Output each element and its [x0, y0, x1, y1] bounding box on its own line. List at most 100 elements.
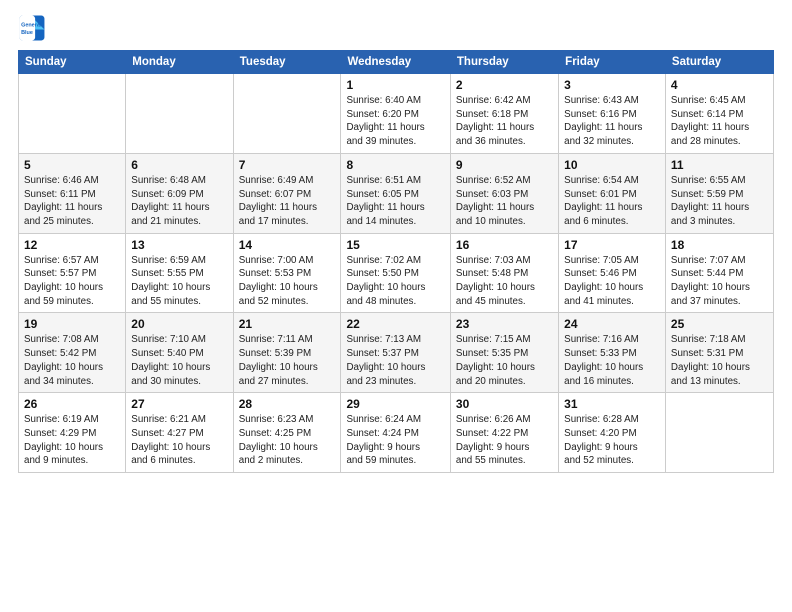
weekday-header-tuesday: Tuesday	[233, 51, 341, 74]
day-number: 4	[671, 78, 768, 92]
calendar-cell: 29 Sunrise: 6:24 AM Sunset: 4:24 PM Dayli…	[341, 393, 450, 473]
weekday-header-saturday: Saturday	[665, 51, 773, 74]
day-number: 26	[24, 397, 120, 411]
calendar-week-row: 26 Sunrise: 6:19 AM Sunset: 4:29 PM Dayli…	[19, 393, 774, 473]
calendar-cell: 3 Sunrise: 6:43 AM Sunset: 6:16 PM Daylig…	[559, 74, 666, 154]
day-info: Sunrise: 7:15 AM Sunset: 5:35 PM Dayligh…	[456, 333, 553, 388]
calendar-week-row: 1 Sunrise: 6:40 AM Sunset: 6:20 PM Daylig…	[19, 74, 774, 154]
weekday-header-monday: Monday	[126, 51, 233, 74]
calendar-cell: 21 Sunrise: 7:11 AM Sunset: 5:39 PM Dayli…	[233, 313, 341, 393]
calendar-cell: 20Sunrise: 7:10 AM Sunset: 5:40 PM Dayli…	[126, 313, 233, 393]
day-number: 15	[346, 238, 444, 252]
day-info: Sunrise: 6:59 AM Sunset: 5:55 PM Dayligh…	[131, 254, 227, 309]
day-info: Sunrise: 7:07 AM Sunset: 5:44 PM Dayligh…	[671, 254, 768, 309]
day-number: 25	[671, 317, 768, 331]
day-number: 19	[24, 317, 120, 331]
day-number: 22	[346, 317, 444, 331]
day-info: Sunrise: 7:18 AM Sunset: 5:31 PM Dayligh…	[671, 333, 768, 388]
calendar-table: SundayMondayTuesdayWednesdayThursdayFrid…	[18, 50, 774, 473]
day-number: 6	[131, 158, 227, 172]
calendar-cell: 12Sunrise: 6:57 AM Sunset: 5:57 PM Dayli…	[19, 233, 126, 313]
day-info: Sunrise: 6:40 AM Sunset: 6:20 PM Dayligh…	[346, 94, 444, 149]
calendar-cell: 31Sunrise: 6:28 AM Sunset: 4:20 PM Dayli…	[559, 393, 666, 473]
calendar-cell: 22 Sunrise: 7:13 AM Sunset: 5:37 PM Dayli…	[341, 313, 450, 393]
day-info: Sunrise: 7:00 AM Sunset: 5:53 PM Dayligh…	[239, 254, 336, 309]
day-info: Sunrise: 6:24 AM Sunset: 4:24 PM Dayligh…	[346, 413, 444, 468]
day-number: 23	[456, 317, 553, 331]
logo-icon: General Blue	[18, 14, 46, 42]
calendar-cell: 26 Sunrise: 6:19 AM Sunset: 4:29 PM Dayli…	[19, 393, 126, 473]
day-info: Sunrise: 7:03 AM Sunset: 5:48 PM Dayligh…	[456, 254, 553, 309]
calendar-cell: 15 Sunrise: 7:02 AM Sunset: 5:50 PM Dayli…	[341, 233, 450, 313]
calendar-week-row: 19Sunrise: 7:08 AM Sunset: 5:42 PM Dayli…	[19, 313, 774, 393]
day-info: Sunrise: 7:11 AM Sunset: 5:39 PM Dayligh…	[239, 333, 336, 388]
day-info: Sunrise: 7:02 AM Sunset: 5:50 PM Dayligh…	[346, 254, 444, 309]
day-info: Sunrise: 6:54 AM Sunset: 6:01 PM Dayligh…	[564, 174, 660, 229]
page: General Blue SundayMondayTuesdayWednesda…	[0, 0, 792, 612]
weekday-header-sunday: Sunday	[19, 51, 126, 74]
calendar-cell: 1 Sunrise: 6:40 AM Sunset: 6:20 PM Daylig…	[341, 74, 450, 154]
day-number: 10	[564, 158, 660, 172]
weekday-header-friday: Friday	[559, 51, 666, 74]
day-info: Sunrise: 6:21 AM Sunset: 4:27 PM Dayligh…	[131, 413, 227, 468]
day-number: 21	[239, 317, 336, 331]
calendar-cell: 11Sunrise: 6:55 AM Sunset: 5:59 PM Dayli…	[665, 153, 773, 233]
day-info: Sunrise: 6:19 AM Sunset: 4:29 PM Dayligh…	[24, 413, 120, 468]
day-number: 18	[671, 238, 768, 252]
day-number: 12	[24, 238, 120, 252]
day-number: 28	[239, 397, 336, 411]
day-number: 29	[346, 397, 444, 411]
day-number: 7	[239, 158, 336, 172]
day-info: Sunrise: 6:26 AM Sunset: 4:22 PM Dayligh…	[456, 413, 553, 468]
day-number: 24	[564, 317, 660, 331]
calendar-cell: 25 Sunrise: 7:18 AM Sunset: 5:31 PM Dayli…	[665, 313, 773, 393]
day-info: Sunrise: 7:13 AM Sunset: 5:37 PM Dayligh…	[346, 333, 444, 388]
calendar-cell: 23 Sunrise: 7:15 AM Sunset: 5:35 PM Dayli…	[450, 313, 558, 393]
calendar-cell: 19Sunrise: 7:08 AM Sunset: 5:42 PM Dayli…	[19, 313, 126, 393]
calendar-week-row: 12Sunrise: 6:57 AM Sunset: 5:57 PM Dayli…	[19, 233, 774, 313]
calendar-cell: 16 Sunrise: 7:03 AM Sunset: 5:48 PM Dayli…	[450, 233, 558, 313]
day-number: 1	[346, 78, 444, 92]
day-info: Sunrise: 6:42 AM Sunset: 6:18 PM Dayligh…	[456, 94, 553, 149]
calendar-cell: 9 Sunrise: 6:52 AM Sunset: 6:03 PM Daylig…	[450, 153, 558, 233]
calendar-cell	[19, 74, 126, 154]
day-info: Sunrise: 6:45 AM Sunset: 6:14 PM Dayligh…	[671, 94, 768, 149]
logo: General Blue	[18, 14, 52, 42]
day-number: 3	[564, 78, 660, 92]
calendar-cell: 18 Sunrise: 7:07 AM Sunset: 5:44 PM Dayli…	[665, 233, 773, 313]
calendar-cell: 8Sunrise: 6:51 AM Sunset: 6:05 PM Daylig…	[341, 153, 450, 233]
day-number: 30	[456, 397, 553, 411]
calendar-cell: 6 Sunrise: 6:48 AM Sunset: 6:09 PM Daylig…	[126, 153, 233, 233]
day-number: 13	[131, 238, 227, 252]
day-number: 16	[456, 238, 553, 252]
day-info: Sunrise: 6:46 AM Sunset: 6:11 PM Dayligh…	[24, 174, 120, 229]
calendar-cell: 13 Sunrise: 6:59 AM Sunset: 5:55 PM Dayli…	[126, 233, 233, 313]
calendar-cell: 30 Sunrise: 6:26 AM Sunset: 4:22 PM Dayli…	[450, 393, 558, 473]
day-number: 9	[456, 158, 553, 172]
day-number: 17	[564, 238, 660, 252]
svg-text:Blue: Blue	[21, 30, 33, 36]
calendar-cell: 5 Sunrise: 6:46 AM Sunset: 6:11 PM Daylig…	[19, 153, 126, 233]
svg-text:General: General	[21, 22, 42, 28]
day-info: Sunrise: 6:52 AM Sunset: 6:03 PM Dayligh…	[456, 174, 553, 229]
calendar-cell	[665, 393, 773, 473]
calendar-cell: 7Sunrise: 6:49 AM Sunset: 6:07 PM Daylig…	[233, 153, 341, 233]
day-info: Sunrise: 6:55 AM Sunset: 5:59 PM Dayligh…	[671, 174, 768, 229]
weekday-header-row: SundayMondayTuesdayWednesdayThursdayFrid…	[19, 51, 774, 74]
calendar-cell: 4 Sunrise: 6:45 AM Sunset: 6:14 PM Daylig…	[665, 74, 773, 154]
calendar-cell: 17Sunrise: 7:05 AM Sunset: 5:46 PM Dayli…	[559, 233, 666, 313]
calendar-cell: 10 Sunrise: 6:54 AM Sunset: 6:01 PM Dayli…	[559, 153, 666, 233]
day-number: 27	[131, 397, 227, 411]
calendar-week-row: 5 Sunrise: 6:46 AM Sunset: 6:11 PM Daylig…	[19, 153, 774, 233]
day-number: 2	[456, 78, 553, 92]
day-number: 5	[24, 158, 120, 172]
day-info: Sunrise: 6:43 AM Sunset: 6:16 PM Dayligh…	[564, 94, 660, 149]
calendar-cell: 28Sunrise: 6:23 AM Sunset: 4:25 PM Dayli…	[233, 393, 341, 473]
calendar-cell: 2 Sunrise: 6:42 AM Sunset: 6:18 PM Daylig…	[450, 74, 558, 154]
calendar-cell	[126, 74, 233, 154]
calendar-cell: 27 Sunrise: 6:21 AM Sunset: 4:27 PM Dayli…	[126, 393, 233, 473]
calendar-cell: 14Sunrise: 7:00 AM Sunset: 5:53 PM Dayli…	[233, 233, 341, 313]
day-info: Sunrise: 6:48 AM Sunset: 6:09 PM Dayligh…	[131, 174, 227, 229]
calendar-cell	[233, 74, 341, 154]
day-number: 8	[346, 158, 444, 172]
